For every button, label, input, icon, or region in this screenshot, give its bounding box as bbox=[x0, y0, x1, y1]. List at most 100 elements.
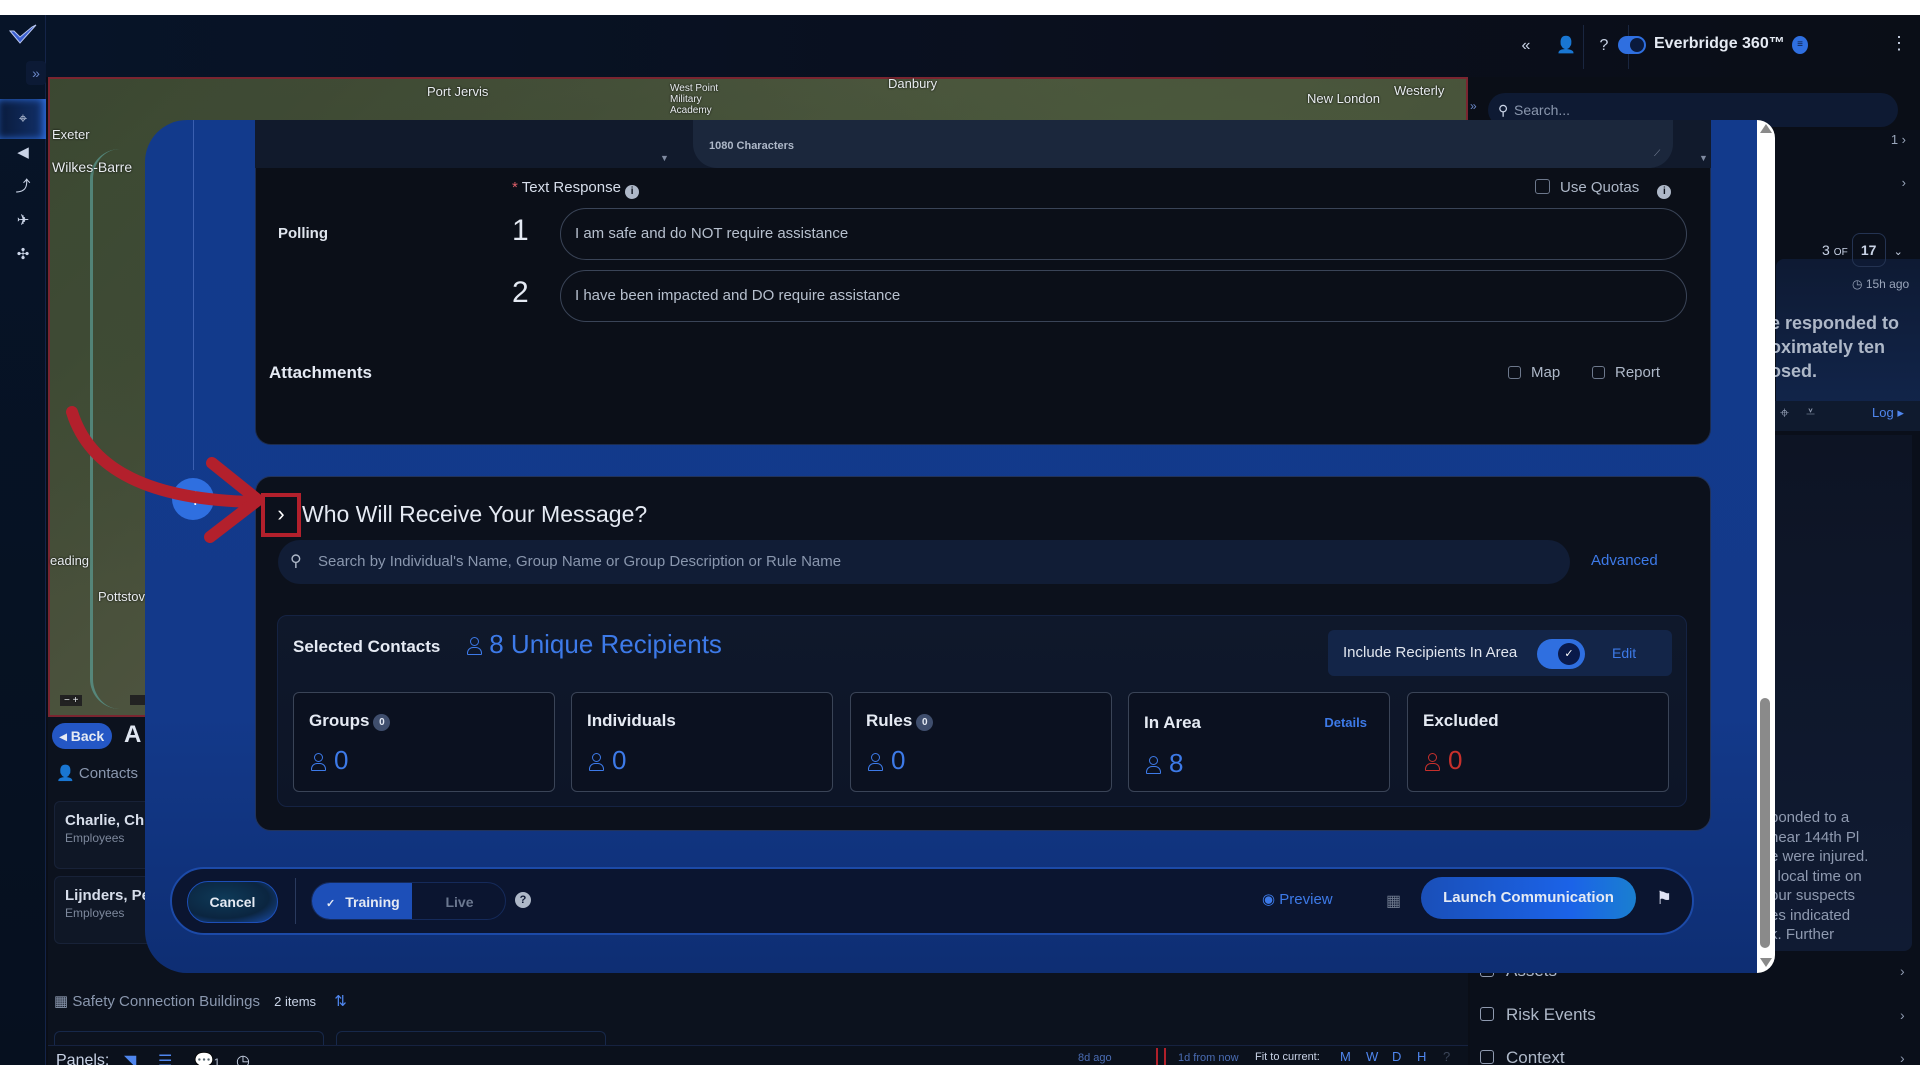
recipients-title: Who Will Receive Your Message? bbox=[302, 501, 648, 527]
chevron-down-icon[interactable]: ⌄ bbox=[1894, 246, 1903, 258]
check-icon: ✓ bbox=[326, 898, 336, 910]
app-screen: » ⌖ ◀ ⤴ ✈ ✣ « 👤 ? Everbridge 360™ ≡ ⋮ Po… bbox=[0, 15, 1920, 1065]
use-quotas-checkbox[interactable] bbox=[1535, 179, 1550, 194]
timeline-clock-icon[interactable]: ◷ bbox=[236, 1051, 250, 1065]
flag-icon[interactable]: ⚑ bbox=[1656, 888, 1672, 909]
comment-alert-icon[interactable]: 💬1 bbox=[194, 1051, 220, 1065]
help-icon[interactable]: ? bbox=[515, 892, 531, 908]
expand-section-button[interactable]: › bbox=[261, 493, 301, 537]
buildings-label: Safety Connection Buildings bbox=[72, 993, 260, 1010]
caret-down-icon[interactable]: ▼ bbox=[660, 153, 669, 163]
scroll-up-icon[interactable] bbox=[1760, 124, 1772, 133]
checkbox[interactable] bbox=[1480, 1050, 1494, 1064]
edit-area-link[interactable]: Edit bbox=[1612, 645, 1636, 661]
map-city-label: Exeter bbox=[52, 127, 90, 142]
map-pin-icon[interactable]: ⌖ bbox=[1780, 405, 1789, 423]
attach-map-option[interactable]: Map bbox=[1508, 364, 1560, 381]
list-item-risk-events[interactable]: Risk Events bbox=[1480, 1005, 1596, 1025]
brand-toggle[interactable] bbox=[1618, 36, 1646, 54]
map-river bbox=[90, 149, 150, 709]
feed-line: l local time on bbox=[1770, 867, 1862, 885]
timeline-help-icon[interactable]: ? bbox=[1443, 1049, 1450, 1064]
checkbox[interactable] bbox=[1480, 1007, 1494, 1021]
network-icon[interactable]: ✣ bbox=[0, 235, 46, 275]
back-button[interactable]: ◂ Back bbox=[52, 723, 112, 749]
include-in-area-label: Include Recipients In Area bbox=[1343, 644, 1518, 661]
feed-line: our suspects bbox=[1770, 887, 1856, 904]
checkbox[interactable] bbox=[1592, 366, 1605, 379]
notes-badge-icon[interactable]: ≡ bbox=[1792, 36, 1808, 54]
mode-live-button[interactable]: Live bbox=[412, 883, 505, 919]
cancel-button[interactable]: Cancel bbox=[187, 881, 278, 923]
list-icon[interactable]: ☰ bbox=[158, 1051, 172, 1065]
feed-line: es indicated bbox=[1770, 906, 1851, 924]
eye-icon: ◉ bbox=[1262, 891, 1276, 908]
log-link[interactable]: Log ▸ bbox=[1872, 405, 1904, 421]
modal-scrollbar[interactable] bbox=[1757, 120, 1775, 973]
feed-line: k. Further bbox=[1770, 926, 1835, 943]
resize-handle-icon[interactable]: ⟋ bbox=[1654, 148, 1660, 159]
poll-option-number: 1 bbox=[512, 214, 529, 247]
advanced-search-link[interactable]: Advanced bbox=[1591, 552, 1658, 569]
stat-card-rules[interactable]: Rules 0 0 bbox=[850, 692, 1112, 792]
pager-total-input[interactable]: 17 bbox=[1851, 233, 1886, 267]
user-icon[interactable]: 👤 bbox=[1553, 33, 1579, 59]
collapse-map-panel-icon[interactable]: » bbox=[1470, 99, 1477, 113]
launch-communication-button[interactable]: Launch Communication bbox=[1421, 877, 1636, 919]
rss-feed-icon[interactable]: ◥ bbox=[124, 1051, 136, 1065]
contact-name: Charlie, Ch bbox=[65, 812, 145, 829]
feed-line: e were injured. bbox=[1770, 848, 1869, 865]
preview-button[interactable]: ◉ Preview bbox=[1262, 890, 1333, 908]
help-icon[interactable]: ? bbox=[1591, 33, 1617, 59]
checkbox[interactable] bbox=[1508, 366, 1521, 379]
use-quotas-option[interactable]: Use Quotas i bbox=[1535, 179, 1672, 199]
fit-day-button[interactable]: D bbox=[1392, 1049, 1401, 1064]
scroll-thumb[interactable] bbox=[1760, 698, 1770, 948]
row-count[interactable]: 1 › bbox=[1891, 132, 1906, 147]
contact-card[interactable]: Charlie, Ch Employees bbox=[54, 801, 154, 869]
info-icon[interactable]: i bbox=[625, 185, 640, 199]
stat-label: Individuals bbox=[587, 711, 676, 730]
fit-month-button[interactable]: M bbox=[1340, 1049, 1351, 1064]
scroll-down-icon[interactable] bbox=[1760, 958, 1772, 967]
collapse-panels-icon[interactable]: « bbox=[1513, 33, 1539, 59]
count-badge: 0 bbox=[373, 714, 391, 731]
chevron-right-icon[interactable]: › bbox=[1900, 1007, 1905, 1023]
contact-card[interactable]: Lijnders, Pe Employees bbox=[54, 876, 154, 944]
event-pager: 3 OF 17 ⌄ bbox=[1822, 233, 1903, 267]
details-link[interactable]: Details bbox=[1324, 715, 1367, 730]
person-icon bbox=[867, 752, 883, 771]
list-item-context[interactable]: Context bbox=[1480, 1048, 1565, 1065]
unique-recipients-count: 8 Unique Recipients bbox=[466, 629, 722, 660]
stat-card-individuals[interactable]: Individuals 0 bbox=[571, 692, 833, 792]
recipient-search-input[interactable]: ⚲ Search by Individual's Name, Group Nam… bbox=[278, 540, 1570, 584]
fit-week-button[interactable]: W bbox=[1366, 1049, 1378, 1064]
stat-card-groups[interactable]: Groups 0 0 bbox=[293, 692, 555, 792]
attach-report-option[interactable]: Report bbox=[1592, 364, 1660, 381]
poll-option-input[interactable]: I am safe and do NOT require assistance bbox=[560, 208, 1687, 260]
expand-rail-button[interactable]: » bbox=[26, 61, 46, 85]
timeline-end: 1d from now bbox=[1178, 1052, 1239, 1064]
zoom-controls[interactable]: − + bbox=[60, 695, 83, 706]
fit-hour-button[interactable]: H bbox=[1417, 1049, 1426, 1064]
person-icon bbox=[588, 752, 604, 771]
chevron-right-icon[interactable]: › bbox=[1900, 1050, 1905, 1065]
info-icon[interactable]: i bbox=[1657, 185, 1672, 199]
row-chevron[interactable]: › bbox=[1902, 175, 1906, 190]
stat-card-excluded[interactable]: Excluded 0 bbox=[1407, 692, 1669, 792]
mode-training-button[interactable]: ✓ Training bbox=[312, 883, 412, 919]
filter-down-icon[interactable]: ⩡ bbox=[1806, 404, 1815, 422]
chevron-right-icon[interactable]: › bbox=[1900, 963, 1905, 979]
include-in-area-toggle[interactable]: ✓ bbox=[1537, 639, 1585, 669]
stat-card-in-area[interactable]: In Area Details 8 bbox=[1128, 692, 1390, 792]
poll-option-input[interactable]: I have been impacted and DO require assi… bbox=[560, 270, 1687, 322]
timeline-now-marker[interactable] bbox=[1156, 1048, 1166, 1065]
check-icon: ✓ bbox=[1558, 643, 1580, 665]
feed-line: ponded to a bbox=[1770, 809, 1850, 826]
headline-line: osed. bbox=[1770, 361, 1818, 381]
sort-icon[interactable]: ⇅ bbox=[334, 993, 347, 1010]
caret-down-icon[interactable]: ▼ bbox=[1699, 153, 1708, 163]
divider bbox=[1583, 25, 1584, 69]
kebab-menu-icon[interactable]: ⋮ bbox=[1890, 33, 1908, 54]
calendar-icon[interactable]: ▦ bbox=[1386, 891, 1401, 911]
